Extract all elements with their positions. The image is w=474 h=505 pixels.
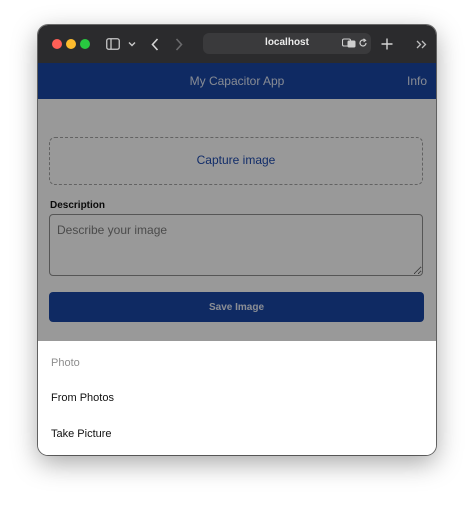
browser-toolbar: localhost bbox=[38, 25, 436, 64]
minimize-window-button[interactable] bbox=[66, 39, 76, 49]
browser-window: localhost My Capacitor App Info Capture … bbox=[38, 25, 436, 455]
chevron-down-icon[interactable] bbox=[127, 34, 137, 54]
action-sheet: Photo From Photos Take Picture bbox=[38, 341, 436, 455]
action-sheet-item-label: Take Picture bbox=[51, 428, 112, 440]
translate-icon[interactable] bbox=[342, 37, 356, 49]
overflow-icon[interactable] bbox=[415, 34, 427, 54]
address-bar[interactable]: localhost bbox=[203, 33, 371, 54]
reload-icon[interactable] bbox=[358, 37, 368, 49]
action-sheet-header: Photo bbox=[51, 357, 80, 369]
action-sheet-item-label: From Photos bbox=[51, 392, 114, 404]
forward-icon[interactable] bbox=[173, 34, 185, 54]
close-window-button[interactable] bbox=[52, 39, 62, 49]
action-sheet-item-from-photos[interactable]: From Photos bbox=[38, 382, 436, 416]
action-sheet-item-take-picture[interactable]: Take Picture bbox=[38, 418, 436, 452]
back-icon[interactable] bbox=[149, 34, 161, 54]
zoom-window-button[interactable] bbox=[80, 39, 90, 49]
sidebar-icon[interactable] bbox=[105, 34, 121, 54]
new-tab-icon[interactable] bbox=[380, 34, 394, 54]
modal-backdrop[interactable] bbox=[38, 63, 436, 341]
